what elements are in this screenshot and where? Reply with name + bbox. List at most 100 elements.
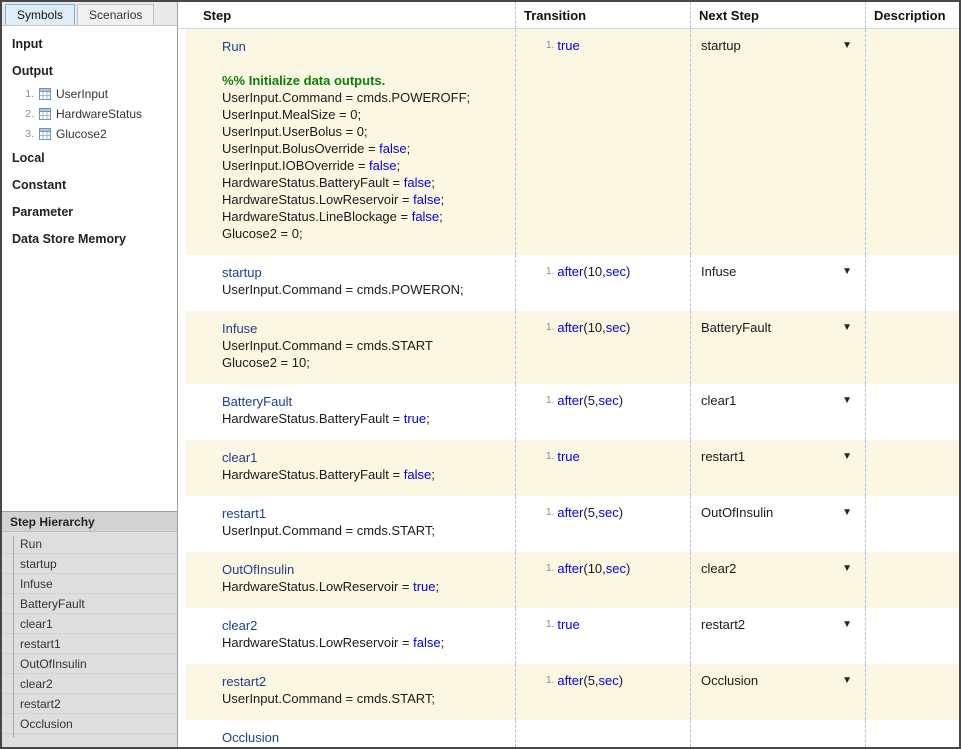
hierarchy-item[interactable]: OutOfInsulin — [2, 654, 177, 674]
chevron-down-icon[interactable]: ▼ — [842, 673, 852, 686]
step-name[interactable]: restart2 — [222, 673, 507, 690]
chevron-down-icon[interactable]: ▼ — [842, 264, 852, 277]
tab-symbols[interactable]: Symbols — [5, 4, 75, 25]
step-cell[interactable]: restart1UserInput.Command = cmds.START; — [186, 496, 515, 552]
next-step-cell[interactable] — [690, 720, 865, 747]
description-cell[interactable] — [865, 552, 959, 608]
code-line: HardwareStatus.BatteryFault = false; — [222, 466, 507, 483]
transition-expression[interactable]: after(5,sec) — [557, 393, 623, 408]
symbol-item[interactable]: 3.Glucose2 — [2, 124, 177, 144]
step-cell[interactable]: OcclusionHardwareStatus.LineBlockage = t… — [186, 720, 515, 747]
step-cell[interactable]: BatteryFaultHardwareStatus.BatteryFault … — [186, 384, 515, 440]
step-name[interactable]: startup — [222, 264, 507, 281]
hierarchy-item[interactable]: restart1 — [2, 634, 177, 654]
transition-cell[interactable]: 1.after(10,sec) — [515, 311, 690, 384]
next-step-cell[interactable]: OutOfInsulin ▼ — [690, 496, 865, 552]
step-name[interactable]: Run — [222, 38, 507, 55]
step-row: OcclusionHardwareStatus.LineBlockage = t… — [186, 720, 959, 747]
transition-expression[interactable]: after(10,sec) — [557, 264, 630, 279]
transition-cell[interactable]: 1.true — [515, 440, 690, 496]
hierarchy-item[interactable]: clear1 — [2, 614, 177, 634]
next-step-cell[interactable]: Occlusion▼ — [690, 664, 865, 720]
hierarchy-item[interactable]: restart2 — [2, 694, 177, 714]
transition-cell[interactable]: 1.true — [515, 608, 690, 664]
transition-cell[interactable]: 1.after(10,sec) — [515, 255, 690, 311]
description-cell[interactable] — [865, 29, 959, 255]
transition-expression[interactable]: true — [557, 617, 579, 632]
transition-cell[interactable] — [515, 720, 690, 747]
tab-scenarios[interactable]: Scenarios — [77, 4, 154, 25]
description-cell[interactable] — [865, 608, 959, 664]
step-name[interactable]: Occlusion — [222, 729, 507, 746]
transition-cell[interactable]: 1.after(5,sec) — [515, 384, 690, 440]
step-cell[interactable]: Run %% Initialize data outputs.UserInput… — [186, 29, 515, 255]
transition-ordinal: 1. — [546, 563, 554, 574]
transition-expression[interactable]: true — [557, 38, 579, 53]
step-name[interactable]: Infuse — [222, 320, 507, 337]
description-cell[interactable] — [865, 440, 959, 496]
next-step-cell[interactable]: clear2▼ — [690, 552, 865, 608]
step-cell[interactable]: OutOfInsulinHardwareStatus.LowReservoir … — [186, 552, 515, 608]
hierarchy-item[interactable]: startup — [2, 554, 177, 574]
step-name[interactable]: BatteryFault — [222, 393, 507, 410]
transition-cell[interactable]: 1.after(5,sec) — [515, 664, 690, 720]
step-cell[interactable]: startupUserInput.Command = cmds.POWERON; — [186, 255, 515, 311]
step-cell[interactable]: clear1HardwareStatus.BatteryFault = fals… — [186, 440, 515, 496]
step-cell[interactable]: clear2HardwareStatus.LowReservoir = fals… — [186, 608, 515, 664]
step-name[interactable]: OutOfInsulin — [222, 561, 507, 578]
hierarchy-item[interactable]: Run — [2, 534, 177, 554]
hierarchy-item[interactable]: BatteryFault — [2, 594, 177, 614]
next-step-cell[interactable]: startup▼ — [690, 29, 865, 255]
description-cell[interactable] — [865, 664, 959, 720]
next-step-cell[interactable]: Infuse ▼ — [690, 255, 865, 311]
next-step-cell[interactable]: restart2▼ — [690, 608, 865, 664]
step-name[interactable]: clear1 — [222, 449, 507, 466]
sidebar: Symbols Scenarios InputOutput1.UserInput… — [2, 2, 178, 747]
step-cell[interactable]: restart2UserInput.Command = cmds.START; — [186, 664, 515, 720]
symbol-section: Output1.UserInput2.HardwareStatus3.Gluco… — [2, 57, 177, 144]
transition-cell[interactable]: 1.after(10,sec) — [515, 552, 690, 608]
hierarchy-item[interactable]: clear2 — [2, 674, 177, 694]
step-row: Run %% Initialize data outputs.UserInput… — [186, 29, 959, 255]
next-step-cell[interactable]: clear1▼ — [690, 384, 865, 440]
step-cell[interactable]: InfuseUserInput.Command = cmds.STARTGluc… — [186, 311, 515, 384]
chevron-down-icon[interactable]: ▼ — [842, 617, 852, 630]
transition-cell[interactable]: 1.true — [515, 29, 690, 255]
transition-expression[interactable]: after(10,sec) — [557, 561, 630, 576]
step-name[interactable]: restart1 — [222, 505, 507, 522]
symbol-item[interactable]: 1.UserInput — [2, 84, 177, 104]
description-cell[interactable] — [865, 496, 959, 552]
code-line: HardwareStatus.LineBlockage = false; — [222, 208, 507, 225]
chevron-down-icon[interactable]: ▼ — [842, 320, 852, 333]
hierarchy-item[interactable]: Occlusion — [2, 714, 177, 734]
chevron-down-icon[interactable]: ▼ — [842, 393, 852, 406]
description-cell[interactable] — [865, 720, 959, 747]
hierarchy-item[interactable]: Infuse — [2, 574, 177, 594]
transition-expression[interactable]: true — [557, 449, 579, 464]
description-cell[interactable] — [865, 384, 959, 440]
column-header-next-step: Next Step — [690, 2, 865, 28]
description-cell[interactable] — [865, 255, 959, 311]
step-row: OutOfInsulinHardwareStatus.LowReservoir … — [186, 552, 959, 608]
next-step-cell[interactable]: BatteryFault▼ — [690, 311, 865, 384]
transition-ordinal: 1. — [546, 675, 554, 686]
transition-cell[interactable]: 1.after(5,sec) — [515, 496, 690, 552]
chevron-down-icon[interactable]: ▼ — [842, 505, 852, 518]
step-row: clear2HardwareStatus.LowReservoir = fals… — [186, 608, 959, 664]
next-step-value: Infuse — [701, 264, 736, 279]
step-name[interactable]: clear2 — [222, 617, 507, 634]
description-cell[interactable] — [865, 311, 959, 384]
next-step-cell[interactable]: restart1▼ — [690, 440, 865, 496]
code-line: UserInput.Command = cmds.START — [222, 337, 507, 354]
symbol-item[interactable]: 2.HardwareStatus — [2, 104, 177, 124]
symbol-section: Data Store Memory — [2, 225, 177, 252]
table-body: Run %% Initialize data outputs.UserInput… — [178, 29, 959, 747]
transition-expression[interactable]: after(5,sec) — [557, 673, 623, 688]
next-step-value: OutOfInsulin — [701, 505, 773, 520]
chevron-down-icon[interactable]: ▼ — [842, 449, 852, 462]
transition-ordinal: 1. — [546, 507, 554, 518]
chevron-down-icon[interactable]: ▼ — [842, 38, 852, 51]
transition-expression[interactable]: after(5,sec) — [557, 505, 623, 520]
chevron-down-icon[interactable]: ▼ — [842, 561, 852, 574]
transition-expression[interactable]: after(10,sec) — [557, 320, 630, 335]
